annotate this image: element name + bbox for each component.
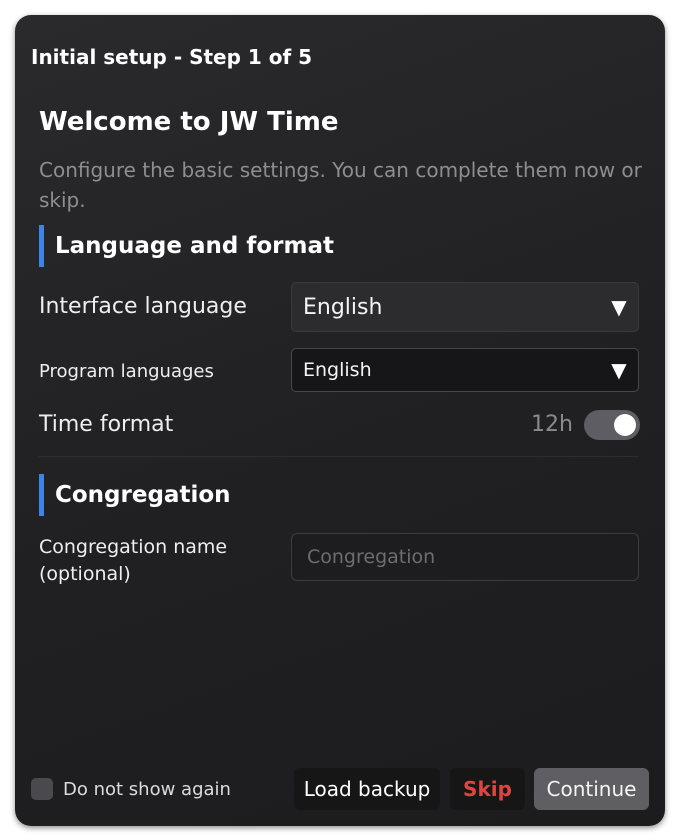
- do-not-show-label: Do not show again: [63, 779, 231, 800]
- page-subtitle: Configure the basic settings. You can co…: [39, 158, 642, 212]
- page-title: Welcome to JW Time: [39, 107, 339, 137]
- program-languages-select[interactable]: English ▼: [291, 348, 639, 392]
- section-header-congregation: Congregation: [39, 474, 231, 516]
- toggle-knob: [614, 414, 636, 436]
- section-divider: [39, 456, 639, 457]
- interface-language-label: Interface language: [39, 294, 247, 319]
- section-header-language: Language and format: [39, 225, 334, 267]
- skip-button[interactable]: Skip: [450, 768, 525, 810]
- time-format-toggle[interactable]: [584, 410, 640, 440]
- program-languages-label: Program languages: [39, 361, 214, 382]
- time-format-label: Time format: [39, 412, 174, 437]
- time-format-value: 12h: [531, 412, 573, 437]
- load-backup-button[interactable]: Load backup: [294, 768, 440, 810]
- congregation-name-input[interactable]: [291, 533, 639, 581]
- dialog-title: Initial setup - Step 1 of 5: [31, 45, 313, 69]
- interface-language-value: English: [303, 294, 383, 320]
- program-languages-value: English: [303, 359, 372, 381]
- do-not-show-checkbox[interactable]: [31, 778, 53, 800]
- setup-dialog: Initial setup - Step 1 of 5 Welcome to J…: [15, 15, 665, 826]
- triangle-down-icon: ▼: [611, 358, 627, 382]
- interface-language-select[interactable]: English ▼: [291, 282, 639, 332]
- triangle-down-icon: ▼: [611, 295, 627, 319]
- congregation-name-label: Congregation name (optional): [39, 536, 228, 585]
- continue-button[interactable]: Continue: [534, 768, 649, 810]
